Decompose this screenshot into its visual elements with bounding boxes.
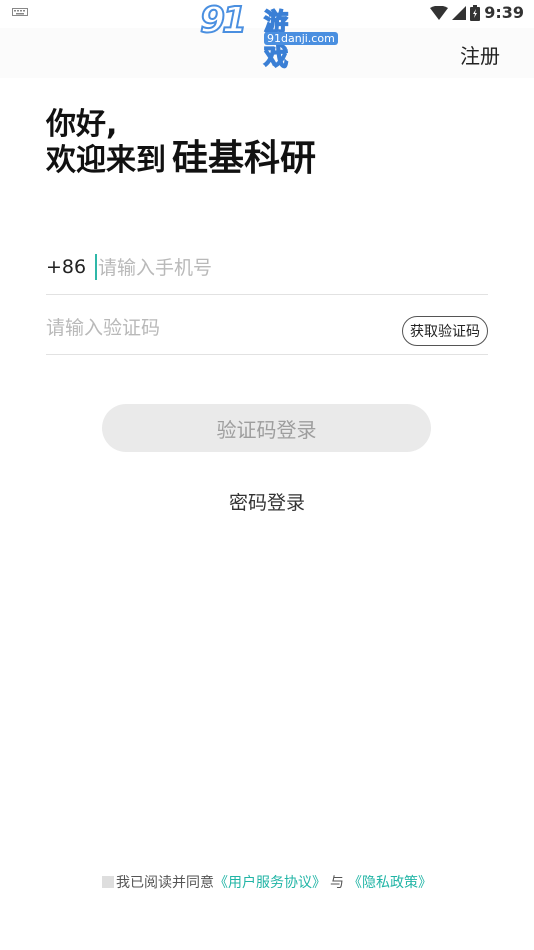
register-button[interactable]: 注册 [460,40,500,69]
phone-field-row: +86 [46,250,488,295]
welcome-prefix: 欢迎来到 [46,143,166,178]
watermark-logo: 91 游戏 91danji.com [199,0,338,72]
agreement-conjunction: 与 [330,875,344,891]
text-cursor [95,254,97,280]
agreement-prefix: 我已阅读并同意 [116,875,214,891]
password-login-link[interactable]: 密码登录 [0,488,534,515]
password-login-label[interactable]: 密码登录 [229,492,305,514]
wifi-icon [430,5,449,20]
code-login-button[interactable]: 验证码登录 [102,404,431,452]
watermark-url: 91danji.com [264,32,338,45]
verification-code-input[interactable] [46,315,346,341]
status-time: 9:39 [484,3,524,22]
battery-icon [470,4,481,21]
welcome-line: 欢迎来到 硅基科研 [46,141,316,178]
country-code[interactable]: +86 [46,256,86,278]
privacy-policy-link[interactable]: 《隐私政策》 [348,872,432,892]
code-field-row: 获取验证码 [46,310,488,355]
keyboard-icon [12,8,28,16]
user-agreement-link[interactable]: 《用户服务协议》 [214,872,326,892]
greeting-line1: 你好, [46,107,118,142]
agreement-checkbox[interactable] [102,876,114,888]
status-icons: 9:39 [430,3,524,22]
watermark-number: 91 [199,0,248,42]
get-code-button[interactable]: 获取验证码 [402,316,488,346]
agreement-row: 我已阅读并同意 《用户服务协议》 与 《隐私政策》 [0,872,534,892]
phone-input[interactable] [98,255,398,281]
brand-name: 硅基科研 [172,138,317,179]
cell-signal-icon [452,5,467,20]
